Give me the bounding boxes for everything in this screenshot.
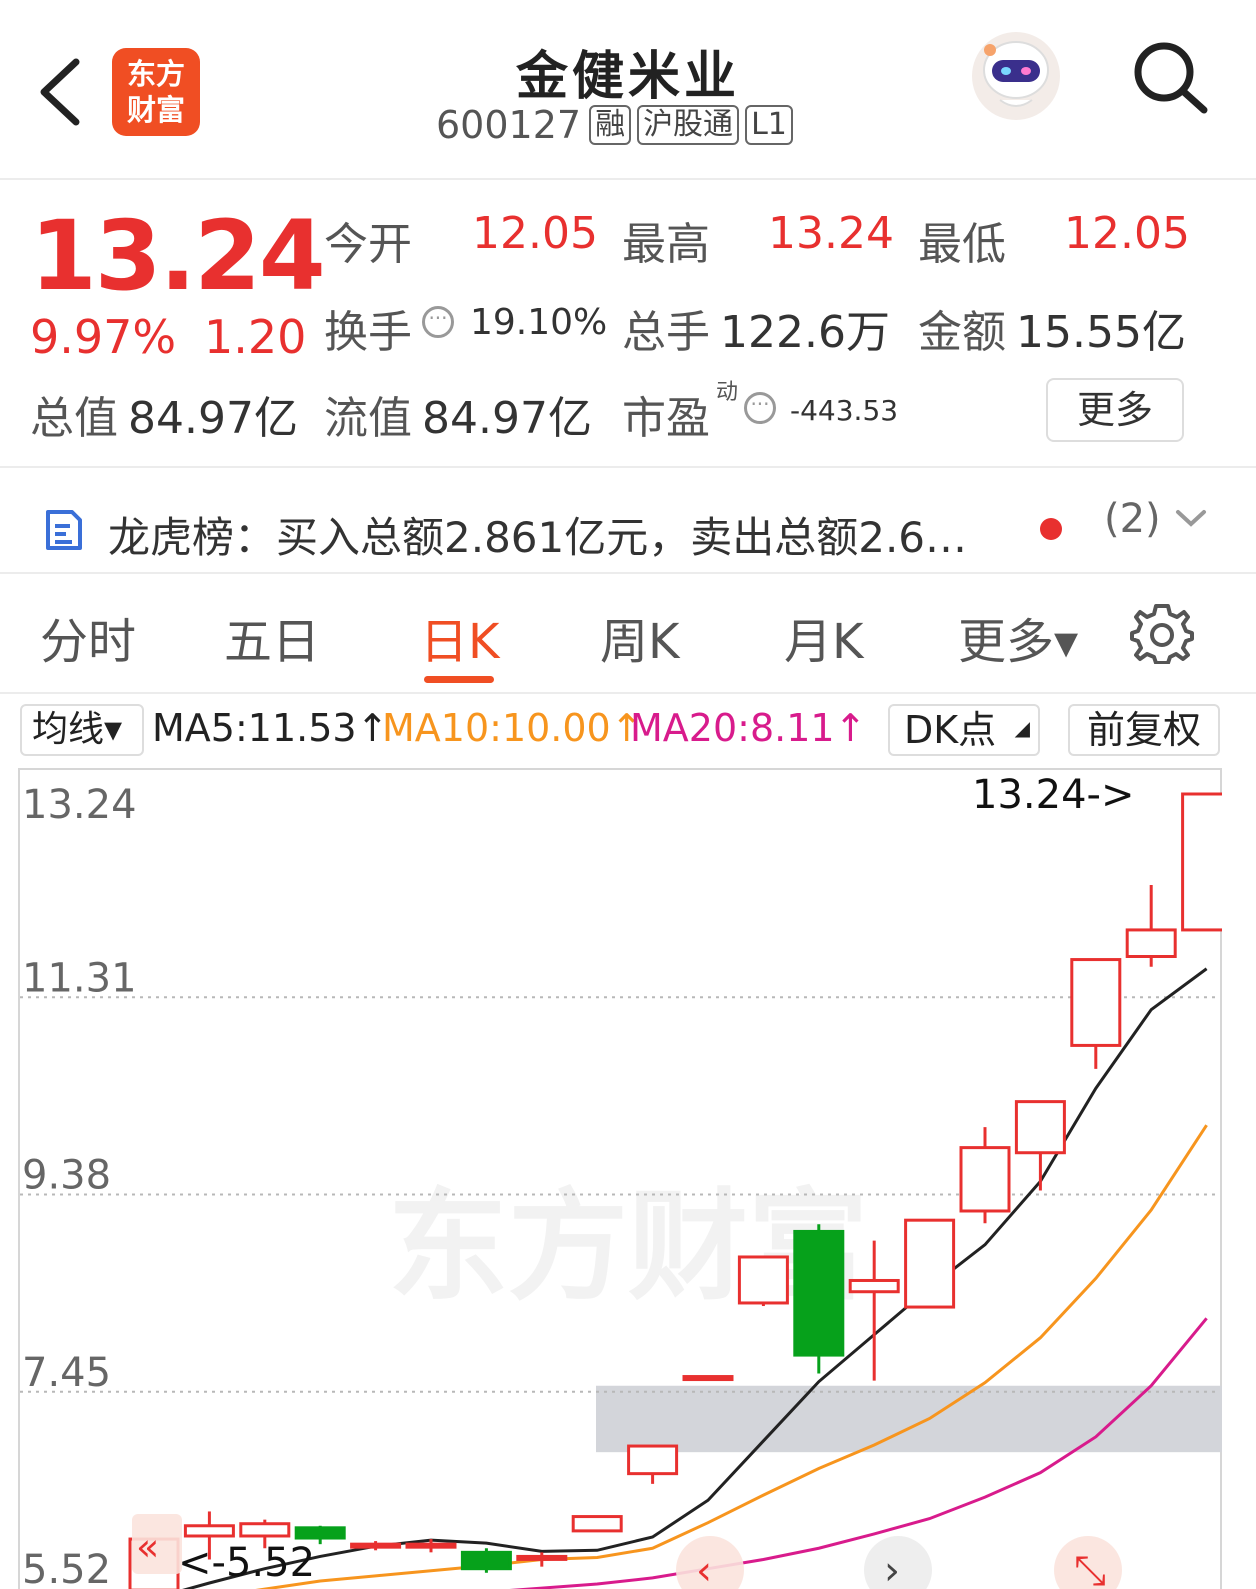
candle-body (571, 1515, 623, 1533)
high-label: 最高 (622, 219, 710, 270)
float-mv-value: 84.97亿 (422, 393, 592, 444)
tag-level[interactable]: L1 (745, 105, 793, 145)
y-axis-label: 7.45 (22, 1350, 111, 1396)
pe-value: -443.53 (790, 394, 899, 427)
notice-text[interactable]: 龙虎榜：买入总额2.861亿元，卖出总额2.6… (108, 504, 967, 565)
app-header: 东方 财富 金健米业 600127 融 沪股通 L1 (0, 0, 1256, 180)
ma20-value: MA20:8.11↑ (630, 706, 867, 750)
min-price-label: <-5.52 (178, 1540, 315, 1586)
candle-body (959, 1146, 1011, 1213)
candle-body (904, 1218, 956, 1309)
tab-weekly-k[interactable]: 周K (600, 602, 679, 672)
ma5-value: MA5:11.53↑ (152, 706, 389, 750)
stock-name: 金健米业 (515, 47, 740, 107)
turnover-label: 换手 (324, 307, 412, 358)
candle-body (350, 1542, 402, 1549)
candle-body (183, 1524, 235, 1538)
document-icon (42, 508, 86, 556)
low-value: 12.05 (1064, 208, 1190, 259)
tab-daily-k[interactable]: 日K (420, 602, 499, 672)
tab-intraday[interactable]: 分时 (40, 602, 136, 672)
tag-connect[interactable]: 沪股通 (637, 105, 740, 145)
notice-count: (2) (1104, 496, 1161, 542)
candle-body (460, 1550, 512, 1571)
chevron-down-icon[interactable] (1174, 506, 1208, 534)
amount-label: 金额 (918, 307, 1006, 358)
tab-monthly-k[interactable]: 月K (784, 602, 863, 672)
active-tab-indicator (424, 676, 494, 683)
candle-body (516, 1554, 568, 1561)
search-button[interactable] (1130, 38, 1210, 118)
candle-body (682, 1375, 734, 1382)
turnover-info-icon[interactable]: ··· (422, 306, 454, 338)
quote-panel: 13.24 9.97% 1.20 今开 12.05 最高 13.24 最低 12… (0, 182, 1256, 468)
volume-label: 总手 (622, 307, 710, 358)
ma10-value: MA10:10.00↑ (382, 706, 643, 750)
candle-body (1181, 792, 1222, 932)
expand-chart-button-glyph: ⤡ (1074, 1548, 1106, 1589)
candle-body (405, 1542, 457, 1549)
y-axis-label: 9.38 (22, 1153, 111, 1199)
open-label: 今开 (324, 219, 412, 270)
tag-margin[interactable]: 融 (589, 105, 632, 145)
tab-more[interactable]: 更多▾ (958, 602, 1078, 672)
turnover-value: 19.10% (470, 302, 608, 343)
pe-info-icon[interactable]: ··· (744, 392, 776, 424)
pe-superscript: 动 (716, 380, 739, 405)
y-axis-label: 11.31 (22, 955, 137, 1001)
dk-zone (596, 1385, 1222, 1453)
high-value: 13.24 (768, 208, 894, 259)
candle-body (239, 1522, 291, 1538)
tab-five-day[interactable]: 五日 (224, 602, 320, 672)
assistant-robot-icon[interactable] (970, 30, 1062, 122)
last-price: 13.24 (30, 200, 326, 312)
open-value: 12.05 (472, 208, 598, 259)
float-mv-label: 流值 (324, 393, 412, 444)
candle-body (1070, 958, 1122, 1047)
amount-value: 15.55亿 (1016, 307, 1186, 358)
change-amount: 1.20 (204, 310, 307, 364)
total-mv-label: 总值 (30, 393, 118, 444)
low-label: 最低 (918, 219, 1006, 270)
max-price-label: 13.24-> (972, 772, 1134, 818)
rewind-button-glyph: « (136, 1525, 159, 1569)
candle-body (627, 1444, 679, 1476)
stock-code-row: 600127 融 沪股通 L1 (436, 100, 799, 150)
dk-point-button[interactable]: DK点 ◢ (888, 704, 1040, 756)
candle-body (737, 1255, 789, 1305)
unread-dot (1040, 518, 1062, 540)
y-axis-label: 13.24 (22, 782, 137, 828)
y-axis-label: 5.52 (22, 1547, 111, 1589)
kline-chart[interactable]: 东方财富 13.24 11.31 9.38 7.45 5.52 13.24-> <-5.5… (18, 768, 1222, 1589)
candle-body (848, 1278, 900, 1294)
pe-label: 市盈 (622, 393, 710, 444)
volume-value: 122.6万 (720, 307, 890, 358)
more-quote-button[interactable]: 更多 (1046, 378, 1184, 442)
candle-body (1125, 928, 1177, 959)
candle-body (1014, 1100, 1066, 1155)
search-icon (1134, 42, 1208, 114)
scroll-left-button-glyph: ‹ (696, 1548, 712, 1589)
candle-body (294, 1526, 346, 1540)
candle-body (793, 1229, 845, 1357)
gear-icon[interactable] (1130, 600, 1194, 668)
forward-adjust-button[interactable]: 前复权 (1068, 704, 1220, 756)
dk-point-label: DK点 (904, 708, 997, 752)
scroll-right-button-glyph: › (884, 1548, 900, 1589)
corner-triangle-icon: ◢ (1014, 716, 1030, 740)
change-percent: 9.97% (30, 310, 177, 364)
indicator-select[interactable]: 均线▾ (20, 704, 144, 756)
total-mv-value: 84.97亿 (128, 393, 298, 444)
kline-chart-svg: 东方财富 13.2411.319.387.455.52 13.24-><-5.5… (18, 768, 1222, 1589)
stock-code: 600127 (436, 103, 582, 147)
